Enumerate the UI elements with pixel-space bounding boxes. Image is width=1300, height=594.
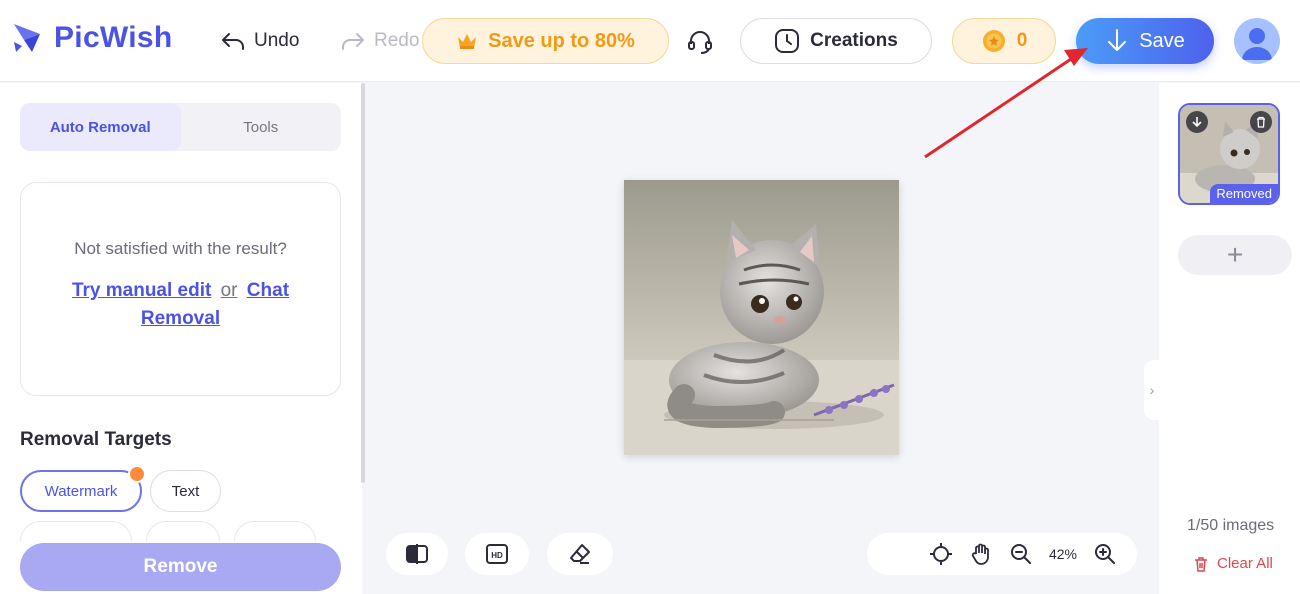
- undo-button[interactable]: Undo: [220, 28, 299, 54]
- save-label: Save: [1139, 29, 1185, 52]
- creations-label: Creations: [810, 30, 898, 51]
- target-chip-watermark[interactable]: Watermark: [20, 465, 146, 512]
- crosshair-icon[interactable]: [929, 542, 953, 566]
- brand-name: PicWish: [54, 21, 173, 54]
- undo-icon: [222, 33, 244, 50]
- preview-image: [624, 180, 899, 455]
- hand-icon[interactable]: [969, 542, 993, 566]
- redo-icon: [342, 33, 364, 50]
- hd-icon: HD: [486, 544, 508, 564]
- logo-icon: [14, 24, 40, 52]
- tab-tools[interactable]: Tools: [181, 103, 342, 151]
- crown-icon: [458, 34, 477, 49]
- zoom-in-icon[interactable]: [1093, 542, 1117, 566]
- fire-icon: [128, 465, 146, 483]
- result-card: Not satisfied with the result? Try manua…: [20, 182, 341, 396]
- redo-button[interactable]: Redo: [340, 28, 419, 54]
- mode-tabs: Auto Removal Tools: [20, 103, 341, 151]
- eraser-icon: [570, 544, 590, 564]
- target-chip[interactable]: [146, 521, 220, 541]
- zoom-out-icon[interactable]: [1009, 542, 1033, 566]
- download-icon[interactable]: [1186, 111, 1208, 133]
- trash-icon[interactable]: [1250, 111, 1272, 133]
- redo-label: Redo: [374, 30, 420, 51]
- coins-button[interactable]: 0: [952, 18, 1056, 64]
- chevron-right-icon: ›: [1149, 382, 1155, 398]
- target-chip[interactable]: [20, 521, 132, 541]
- target-chip[interactable]: [234, 521, 316, 541]
- avatar[interactable]: [1234, 18, 1280, 64]
- promo-button[interactable]: Save up to 80%: [422, 18, 669, 64]
- creations-button[interactable]: Creations: [740, 18, 932, 64]
- coins-count: 0: [1016, 30, 1028, 51]
- add-image-button[interactable]: +: [1178, 235, 1292, 275]
- removed-badge: Removed: [1210, 184, 1278, 203]
- compare-icon: [406, 544, 428, 564]
- eraser-button[interactable]: [547, 533, 613, 575]
- undo-label: Undo: [254, 30, 300, 51]
- or-text: or: [220, 280, 238, 301]
- clear-all-label: Clear All: [1217, 555, 1273, 572]
- collapse-panel-button[interactable]: ›: [1144, 360, 1160, 420]
- canvas-area: HD 42%: [366, 83, 1158, 594]
- left-panel: Auto Removal Tools Not satisfied with th…: [0, 83, 362, 594]
- logo[interactable]: PicWish: [10, 20, 173, 56]
- manual-edit-link[interactable]: Try manual edit: [72, 280, 211, 301]
- top-bar: PicWish Undo Redo Save up to 80% Creatio…: [0, 0, 1300, 82]
- cat-image: [624, 180, 899, 455]
- removal-targets-title: Removal Targets: [20, 429, 172, 450]
- plus-icon: +: [1226, 239, 1244, 270]
- promo-label: Save up to 80%: [488, 29, 635, 52]
- zoom-level: 42%: [1048, 546, 1077, 562]
- result-question: Not satisfied with the result?: [74, 239, 287, 258]
- hd-button[interactable]: HD: [465, 533, 529, 575]
- right-panel: Removed + 1/50 images Clear All: [1159, 83, 1300, 594]
- target-chip-label: Watermark: [44, 482, 118, 500]
- compare-button[interactable]: [386, 533, 448, 575]
- target-chip-label: Text: [171, 482, 200, 500]
- coin-icon: [982, 30, 1005, 52]
- user-icon: [1242, 28, 1272, 60]
- download-icon: [1108, 29, 1127, 51]
- svg-text:HD: HD: [491, 551, 503, 560]
- clock-icon: [775, 29, 800, 53]
- image-count: 1/50 images: [1187, 517, 1275, 534]
- left-scrollbar[interactable]: [361, 83, 365, 483]
- remove-button[interactable]: Remove: [20, 543, 341, 591]
- headset-icon[interactable]: [686, 28, 714, 56]
- zoom-toolbar: 42%: [867, 533, 1137, 575]
- target-chip-text[interactable]: Text: [150, 470, 221, 512]
- tab-auto-removal[interactable]: Auto Removal: [20, 103, 181, 151]
- trash-icon: [1195, 556, 1207, 572]
- result-links: Try manual edit or Chat Removal: [21, 277, 340, 333]
- save-button[interactable]: Save: [1076, 18, 1214, 64]
- clear-all-button[interactable]: Clear All: [1193, 555, 1273, 572]
- image-thumbnail[interactable]: Removed: [1178, 103, 1280, 205]
